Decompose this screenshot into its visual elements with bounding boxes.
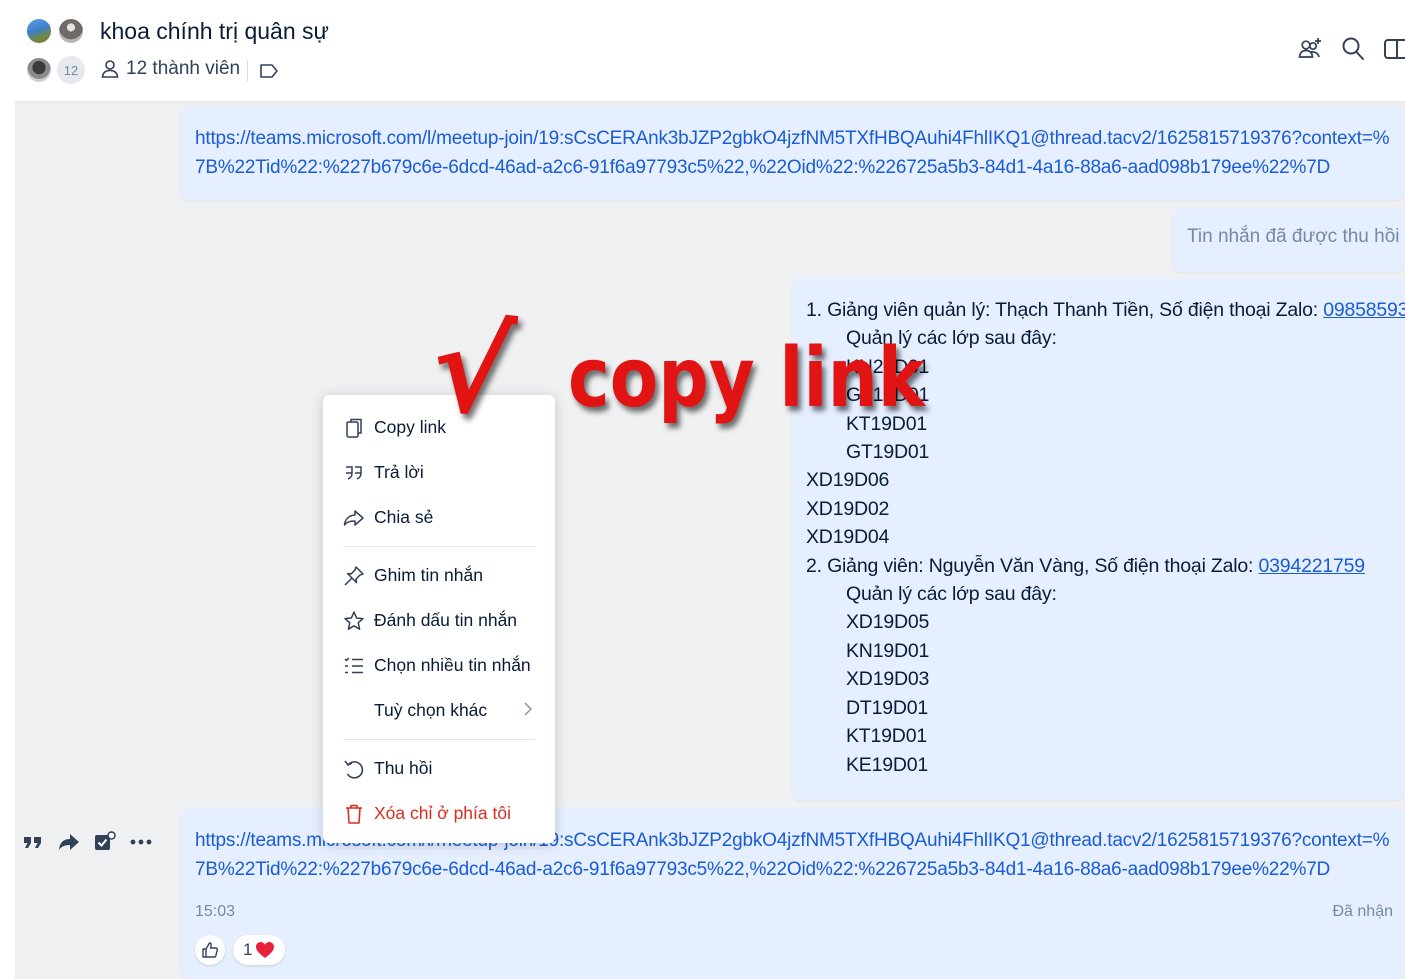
message-bubble[interactable]: https://teams.microsoft.com/l/meetup-joi… (181, 106, 1405, 200)
message-line: XD19D03 (846, 668, 930, 691)
context-menu: Copy link Trả lời Chia sẻ Ghim tin nhắn … (323, 395, 555, 843)
message-line: KT19D01 (846, 725, 927, 748)
menu-item-label: Chọn nhiều tin nhắn (374, 655, 531, 675)
menu-item-label: Trả lời (374, 462, 424, 482)
message-line: XD19D02 (806, 497, 890, 520)
message-line: XD19D04 (806, 526, 890, 549)
menu-item-label: Đánh dấu tin nhắn (374, 610, 518, 630)
thumbs-up-icon (202, 942, 218, 958)
menu-item-select-multiple[interactable]: Chọn nhiều tin nhắn (323, 643, 555, 688)
divider (247, 61, 248, 81)
task-icon (95, 831, 116, 850)
pin-icon (343, 565, 365, 587)
reaction-count: 1 (243, 940, 253, 959)
message-line: KN19D01 (846, 639, 930, 662)
chat-header: 12 khoa chính trị quân sự 12 thành viên (15, 0, 1405, 102)
chat-area[interactable]: https://teams.microsoft.com/l/meetup-joi… (15, 102, 1405, 979)
message-link[interactable]: https://teams.microsoft.com/l/meetup-joi… (195, 124, 1391, 182)
sidebar-toggle-icon[interactable] (1383, 36, 1405, 62)
menu-item-label: Ghim tin nhắn (374, 565, 483, 585)
avatar[interactable] (25, 56, 53, 84)
menu-item-recall[interactable]: Thu hồi (323, 746, 555, 791)
window-frame (0, 0, 15, 979)
copy-icon (343, 417, 365, 439)
message-line: 2. Giảng viên: Nguyễn Văn Vàng, Số điện … (806, 554, 1366, 577)
members-button[interactable]: 12 thành viên (100, 58, 240, 80)
phone-link[interactable]: 0985859364 (1323, 299, 1405, 321)
menu-item-share[interactable]: Chia sẻ (323, 495, 555, 540)
share-icon (343, 507, 365, 529)
add-member-icon[interactable] (1297, 36, 1323, 62)
star-icon (343, 610, 365, 632)
recalled-text: Tin nhắn đã được thu hồi (1187, 226, 1400, 247)
search-icon[interactable] (1341, 36, 1365, 62)
menu-item-label: Thu hồi (374, 758, 433, 778)
quote-reply-button[interactable] (20, 829, 46, 855)
quote-icon (24, 837, 41, 848)
trash-icon (343, 803, 365, 825)
menu-item-label: Xóa chỉ ở phía tôi (374, 803, 511, 823)
quote-icon (343, 462, 365, 484)
avatar-count-badge[interactable]: 12 (57, 56, 85, 84)
heart-icon (256, 942, 275, 958)
like-button[interactable] (195, 935, 225, 965)
more-icon (130, 839, 152, 845)
message-line: GT19D01 (846, 441, 930, 464)
menu-item-pin[interactable]: Ghim tin nhắn (323, 553, 555, 598)
message-line: XD19D05 (846, 611, 930, 634)
menu-item-label: Chia sẻ (374, 507, 434, 527)
reaction-summary[interactable]: 1 (233, 935, 286, 965)
avatar[interactable] (57, 17, 85, 45)
menu-divider (343, 546, 535, 547)
menu-item-delete[interactable]: Xóa chỉ ở phía tôi (323, 791, 555, 836)
group-title[interactable]: khoa chính trị quân sự (100, 18, 329, 45)
undo-icon (343, 758, 365, 780)
message-line: DT19D01 (846, 696, 929, 719)
tag-icon[interactable] (259, 62, 279, 80)
menu-item-mark[interactable]: Đánh dấu tin nhắn (323, 598, 555, 643)
forward-button[interactable] (56, 829, 82, 855)
members-count: 12 thành viên (126, 58, 241, 79)
message-line: KE19D01 (846, 753, 929, 776)
checklist-icon (343, 655, 365, 677)
recalled-message[interactable]: Tin nhắn đã được thu hồi (1173, 208, 1405, 272)
menu-item-more-options[interactable]: Tuỳ chọn khác (323, 688, 555, 733)
more-button[interactable] (128, 829, 154, 855)
menu-item-reply[interactable]: Trả lời (323, 450, 555, 495)
phone-link[interactable]: 0394221759 (1259, 555, 1366, 577)
menu-divider (343, 739, 535, 740)
avatar[interactable] (25, 17, 53, 45)
message-status: Đã nhận (1332, 903, 1394, 920)
user-icon (101, 60, 119, 78)
annotation-checkmark: √ (425, 298, 520, 445)
chevron-right-icon (524, 702, 533, 716)
message-line: 1. Giảng viên quản lý: Thạch Thanh Tiền,… (806, 296, 1405, 324)
message-line: Quản lý các lớp sau đây: (846, 583, 1057, 606)
menu-item-label: Tuỳ chọn khác (374, 700, 488, 720)
message-line: XD19D06 (806, 469, 890, 492)
message-actions (20, 829, 154, 855)
message-time: 15:03 (195, 903, 236, 920)
task-button[interactable] (92, 829, 118, 855)
forward-icon (59, 834, 79, 850)
annotation-label: copy link (568, 331, 925, 426)
